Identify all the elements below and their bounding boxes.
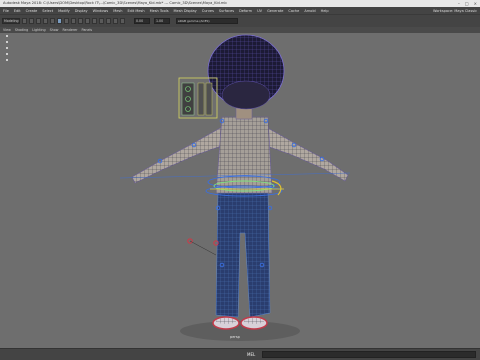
command-input[interactable]	[262, 351, 476, 358]
window-controls: – □ ×	[458, 1, 477, 6]
status-tools	[22, 18, 125, 24]
menu-uv[interactable]: UV	[257, 9, 262, 13]
panel-menu-shading[interactable]: Shading	[15, 28, 28, 32]
ipr-render-icon[interactable]	[106, 18, 111, 24]
character-legs	[215, 192, 271, 318]
viewport-3d[interactable]: persp	[0, 33, 480, 348]
menu-modify[interactable]: Modify	[58, 9, 70, 13]
snap-grid-icon[interactable]	[78, 18, 83, 24]
menu-mesh[interactable]: Mesh	[113, 9, 122, 13]
new-scene-icon[interactable]	[22, 18, 27, 24]
move-tool-icon[interactable]	[6, 41, 8, 43]
panel-menu-view[interactable]: View	[3, 28, 11, 32]
menu-generate[interactable]: Generate	[267, 9, 283, 13]
menu-deform[interactable]: Deform	[239, 9, 252, 13]
menu-mesh-tools[interactable]: Mesh Tools	[150, 9, 169, 13]
menu-mesh-display[interactable]: Mesh Display	[174, 9, 197, 13]
menu-surfaces[interactable]: Surfaces	[219, 9, 234, 13]
menu-cache[interactable]: Cache	[288, 9, 299, 13]
snap-point-icon[interactable]	[92, 18, 97, 24]
select-tool-icon[interactable]	[57, 18, 62, 24]
last-tool-icon[interactable]	[6, 59, 8, 61]
menu-create[interactable]: Create	[26, 9, 38, 13]
maximize-icon[interactable]: □	[465, 1, 469, 6]
menu-edit-mesh[interactable]: Edit Mesh	[127, 9, 144, 13]
main-menubar: File Edit Create Select Modify Display Windows…	[0, 7, 480, 14]
scale-tool-icon[interactable]	[6, 53, 8, 55]
color-management-dropdown[interactable]: sRGB gamma (ACES)	[176, 18, 238, 24]
save-scene-icon[interactable]	[36, 18, 41, 24]
window-titlebar: Autodesk Maya 2018: C:\Users\DOM\Desktop…	[0, 0, 480, 7]
paint-select-icon[interactable]	[71, 18, 76, 24]
status-line: Modeling 0.00 1.00 sRGB gamma (ACES)	[0, 14, 480, 27]
menu-edit[interactable]: Edit	[14, 9, 21, 13]
undo-icon[interactable]	[43, 18, 48, 24]
face-control-panel	[178, 77, 218, 119]
panel-menu-lighting[interactable]: Lighting	[32, 28, 45, 32]
select-tool-icon[interactable]	[6, 35, 8, 37]
menu-windows[interactable]: Windows	[93, 9, 109, 13]
menu-select[interactable]: Select	[42, 9, 53, 13]
menu-arnold[interactable]: Arnold	[304, 9, 315, 13]
hypershade-icon[interactable]	[120, 18, 125, 24]
workspace-selector[interactable]: Workspace: Maya Classic	[433, 9, 477, 13]
menu-curves[interactable]: Curves	[202, 9, 214, 13]
rotate-tool-icon[interactable]	[6, 47, 8, 49]
menu-file[interactable]: File	[3, 9, 9, 13]
viewport-toolbar	[6, 35, 8, 61]
minimize-icon[interactable]: –	[458, 1, 460, 6]
ground-shadow	[180, 321, 300, 341]
scene-render	[119, 34, 351, 341]
panel-menu-renderer[interactable]: Renderer	[62, 28, 77, 32]
panel-menu-show[interactable]: Show	[50, 28, 59, 32]
snap-curve-icon[interactable]	[85, 18, 90, 24]
render-settings-icon[interactable]	[113, 18, 118, 24]
character-head	[207, 34, 285, 110]
redo-icon[interactable]	[50, 18, 55, 24]
render-icon[interactable]	[99, 18, 104, 24]
window-title: Autodesk Maya 2018: C:\Users\DOM\Desktop…	[3, 1, 227, 5]
lasso-tool-icon[interactable]	[64, 18, 69, 24]
camera-label: persp	[230, 335, 240, 339]
close-icon[interactable]: ×	[474, 1, 477, 6]
panel-menu-panels[interactable]: Panels	[82, 28, 93, 32]
menu-help[interactable]: Help	[321, 9, 329, 13]
open-scene-icon[interactable]	[29, 18, 34, 24]
menu-display[interactable]: Display	[75, 9, 88, 13]
menu-set-dropdown[interactable]: Modeling	[2, 18, 20, 24]
scale-field[interactable]: 1.00	[154, 18, 170, 24]
frame-field[interactable]: 0.00	[134, 18, 150, 24]
mel-label[interactable]: MEL	[247, 352, 255, 357]
character-torso	[215, 116, 273, 194]
command-line: MEL	[0, 348, 480, 360]
